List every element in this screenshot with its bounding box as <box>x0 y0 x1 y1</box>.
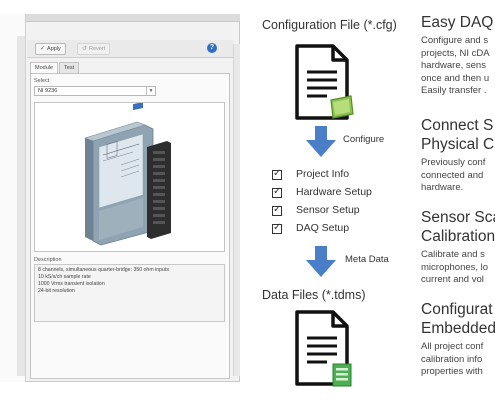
feature-body-line: current and vol <box>421 274 484 285</box>
checkbox-icon: ✓ <box>272 204 282 216</box>
description-line: 1000 Vrms transient isolation <box>38 281 105 287</box>
config-file-title: Configuration File (*.cfg) <box>262 18 397 32</box>
feature-heading: Physical Cl <box>421 136 495 153</box>
description-box: 8 channels, simultaneous quarter-bridge:… <box>34 264 225 322</box>
module-image <box>34 102 225 252</box>
arrow-down-icon <box>306 246 336 277</box>
feature-body-line: connected and <box>421 169 484 181</box>
feature-body-line: hardware, sens <box>421 60 486 71</box>
feature-body-line: microphones, lo <box>421 261 489 273</box>
revert-label: Revert <box>89 46 106 52</box>
chevron-down-icon: ▼ <box>146 87 155 95</box>
arrow-down-icon <box>306 126 336 157</box>
ni-module-illustration <box>84 102 171 246</box>
feature-heading: Calibration <box>421 228 495 245</box>
feature-easy-daq: Easy DAQ Configure and s projects, NI cD… <box>421 13 493 98</box>
step-hardware-setup: Hardware Setup <box>296 186 372 198</box>
window-title-bar <box>0 14 240 22</box>
step-sensor-setup: Sensor Setup <box>296 204 360 216</box>
data-file-icon <box>295 310 352 387</box>
step-daq-setup: DAQ Setup <box>296 222 350 234</box>
meta-data-label: Meta Data <box>345 254 389 265</box>
panel-scrollbar[interactable] <box>233 44 240 376</box>
feature-body-line: All project conf <box>421 341 484 352</box>
feature-body-line: Calibrate and s <box>421 249 485 260</box>
feature-heading: Configurat <box>421 301 493 318</box>
configure-label: Configure <box>343 134 385 145</box>
feature-connect: Connect S Physical Cl Previously conf co… <box>421 116 495 195</box>
module-select[interactable]: NI 9236 ▼ <box>34 86 156 96</box>
apply-icon: ✓ <box>40 46 46 52</box>
apply-button[interactable]: ✓ Apply <box>35 43 66 55</box>
feature-body-line: Configure and s <box>421 35 489 46</box>
step-project-info: Project Info <box>296 168 350 180</box>
revert-icon: ↺ <box>82 46 88 52</box>
feature-body-line: projects, NI cDA <box>421 47 490 59</box>
description-line: 8 channels, simultaneous quarter-bridge:… <box>38 267 169 273</box>
feature-body-line: Previously conf <box>421 157 486 168</box>
left-pane-scrollbar[interactable] <box>17 36 25 376</box>
feature-heading: Easy DAQ <box>421 14 494 31</box>
feature-heading: Embedded <box>421 320 495 337</box>
apply-label: Apply <box>47 46 61 52</box>
feature-heading: Sensor Sca <box>421 209 495 226</box>
checkbox-icon: ✓ <box>272 186 282 198</box>
feature-configuration: Configurat Embedded All project conf cal… <box>421 300 495 379</box>
revert-button[interactable]: ↺ Revert <box>77 43 111 55</box>
select-label: Select <box>34 78 50 84</box>
toolbar: ✓ Apply ↺ Revert ? <box>27 40 233 58</box>
tab-test[interactable]: Test <box>59 62 80 73</box>
description-line: 10 kS/s/ch sample rate <box>38 274 91 280</box>
checkbox-icon: ✓ <box>272 168 282 180</box>
checkbox-icon: ✓ <box>272 222 282 234</box>
feature-body-line: hardware. <box>421 182 464 193</box>
description-line: 24-bit resolution <box>38 288 75 294</box>
feature-body-line: Easily transfer . <box>421 85 487 96</box>
feature-sensor-scaling: Sensor Sca Calibration Calibrate and s m… <box>421 208 495 287</box>
feature-body-line: properties with <box>421 366 483 377</box>
config-file-icon <box>295 44 354 120</box>
data-files-title: Data Files (*.tdms) <box>262 288 366 302</box>
help-icon[interactable]: ? <box>207 43 217 53</box>
feature-heading: Connect S <box>421 117 494 134</box>
module-select-value: NI 9236 <box>38 88 58 94</box>
tab-bar: Module Test <box>30 62 80 73</box>
feature-body-line: calibration info <box>421 353 483 365</box>
feature-body-line: once and then u <box>421 72 490 84</box>
description-label: Description <box>34 257 62 263</box>
tab-module[interactable]: Module <box>30 62 59 73</box>
